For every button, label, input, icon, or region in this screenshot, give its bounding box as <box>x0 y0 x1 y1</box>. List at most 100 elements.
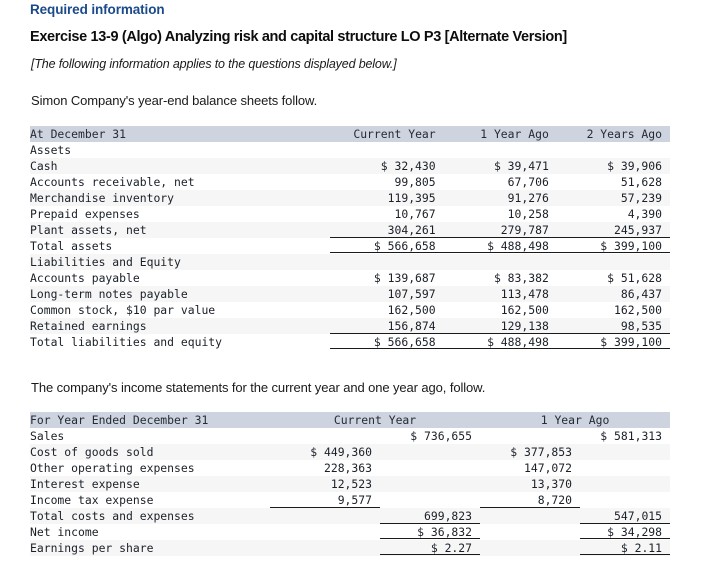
table-row: Sales $ 736,655 $ 581,313 <box>30 428 671 444</box>
cell-current-year: 107,597 <box>387 287 436 301</box>
row-label: Long-term notes payable <box>30 287 188 301</box>
cell-1-year-ago-detail <box>480 428 580 444</box>
balance-sheet-table: At December 31 Current Year 1 Year Ago 2… <box>30 126 671 350</box>
cell-1-year-ago: 162,500 <box>500 303 549 317</box>
column-header-period: At December 31 <box>30 127 127 141</box>
total-row: Earnings per share $ 2.27 $ 2.11 <box>30 540 671 556</box>
table-row: Cost of goods sold $ 449,360 $ 377,853 <box>30 444 671 460</box>
page-title: Exercise 13-9 (Algo) Analyzing risk and … <box>30 29 567 45</box>
row-label-total-liabilities-equity: Total liabilities and equity <box>30 335 223 349</box>
column-header-1-year-ago: 1 Year Ago <box>480 127 549 141</box>
column-header-period: For Year Ended December 31 <box>30 413 209 427</box>
section-heading-assets: Assets <box>30 143 72 157</box>
row-label: Income tax expense <box>30 493 154 507</box>
cell-current-year: 156,874 <box>330 318 444 334</box>
row-label: Merchandise inventory <box>30 191 175 205</box>
table-row: Accounts payable $ 139,687 $ 83,382 $ 51… <box>30 270 670 286</box>
exercise-page: Required information Exercise 13-9 (Algo… <box>0 0 701 581</box>
cell-1-year-ago-total <box>580 476 670 492</box>
cell-1-year-ago-detail: $ 377,853 <box>510 445 573 459</box>
cell-1-year-ago-detail: 8,720 <box>480 492 581 508</box>
section-heading-liabilities-equity: Liabilities and Equity <box>30 255 181 269</box>
cell-current-year-detail: 228,363 <box>323 461 372 475</box>
column-header-current-year: Current Year <box>353 127 436 141</box>
cell-1-year-ago: 91,276 <box>507 191 549 205</box>
cell-1-year-ago-total: 547,015 <box>580 508 671 524</box>
cell-2-years-ago: 245,937 <box>556 222 671 238</box>
row-label-earnings-per-share: Earnings per share <box>30 541 154 555</box>
table-row: Common stock, $10 par value 162,500 162,… <box>30 302 670 318</box>
cell-current-year-total <box>380 492 480 508</box>
cell-current-year-detail: 9,577 <box>270 492 380 508</box>
total-row: Total liabilities and equity $ 566,658 $… <box>30 334 671 350</box>
cell-current-year-detail: 12,523 <box>330 477 372 491</box>
table-header-row: At December 31 Current Year 1 Year Ago 2… <box>30 126 670 142</box>
column-header-1-year-ago: 1 Year Ago <box>540 413 610 427</box>
cell-1-year-ago: 67,706 <box>507 175 549 189</box>
cell-current-year: $ 139,687 <box>373 271 436 285</box>
cell-current-year-total: $ 36,832 <box>380 524 481 540</box>
cell-current-year-total: 699,823 <box>380 508 481 524</box>
total-row: Total assets $ 566,658 $ 488,498 $ 399,1… <box>30 238 671 254</box>
section-heading-row: Liabilities and Equity <box>30 254 670 270</box>
table-row: Accounts receivable, net 99,805 67,706 5… <box>30 174 670 190</box>
row-label: Cost of goods sold <box>30 445 154 459</box>
row-label: Cash <box>30 159 58 173</box>
cell-1-year-ago: $ 488,498 <box>443 238 557 254</box>
applies-to-questions-note: [The following information applies to th… <box>31 57 397 71</box>
table-row: Income tax expense 9,577 8,720 <box>30 492 671 508</box>
row-label-net-income: Net income <box>30 525 99 539</box>
cell-1-year-ago-total <box>580 444 670 460</box>
row-label: Interest expense <box>30 477 140 491</box>
cell-1-year-ago-total <box>580 460 670 476</box>
cell-2-years-ago: $ 51,628 <box>607 271 662 285</box>
cell-2-years-ago: $ 399,100 <box>556 334 671 350</box>
cell-2-years-ago: 4,390 <box>627 207 662 221</box>
row-label: Prepaid expenses <box>30 207 140 221</box>
cell-2-years-ago: 162,500 <box>613 303 662 317</box>
cell-current-year: 304,261 <box>330 222 444 238</box>
empty-cell <box>330 142 443 158</box>
table-row: Merchandise inventory 119,395 91,276 57,… <box>30 190 670 206</box>
cell-1-year-ago-detail <box>480 540 580 556</box>
cell-current-year-detail <box>270 428 380 444</box>
cell-current-year-total <box>380 476 480 492</box>
column-header-2-years-ago: 2 Years Ago <box>586 127 662 141</box>
cell-1-year-ago: $ 488,498 <box>443 334 557 350</box>
cell-2-years-ago: 57,239 <box>620 191 662 205</box>
cell-1-year-ago-detail <box>480 524 580 540</box>
table-row: Retained earnings 156,874 129,138 98,535 <box>30 318 671 334</box>
cell-1-year-ago-total <box>580 492 670 508</box>
total-row: Net income $ 36,832 $ 34,298 <box>30 524 671 540</box>
cell-2-years-ago: 51,628 <box>620 175 662 189</box>
cell-current-year-detail <box>270 524 380 540</box>
cell-1-year-ago: $ 83,382 <box>493 271 549 285</box>
cell-current-year: $ 32,430 <box>380 159 436 173</box>
cell-current-year-detail <box>270 508 380 524</box>
cell-1-year-ago: 129,138 <box>443 318 557 334</box>
cell-2-years-ago: 86,437 <box>620 287 662 301</box>
column-header-current-year: Current Year <box>333 413 417 427</box>
cell-current-year-total: $ 736,655 <box>410 429 473 443</box>
cell-1-year-ago-detail: 147,072 <box>524 461 573 475</box>
row-label: Accounts receivable, net <box>30 175 195 189</box>
cell-1-year-ago: 279,787 <box>443 222 557 238</box>
section-heading-row: Assets <box>30 142 670 158</box>
balance-sheet-intro-text: Simon Company's year-end balance sheets … <box>31 93 318 108</box>
income-statement-intro-text: The company's income statements for the … <box>31 380 486 395</box>
cell-current-year: $ 566,658 <box>330 238 444 254</box>
row-label: Sales <box>30 429 65 443</box>
cell-2-years-ago: $ 39,906 <box>607 159 662 173</box>
empty-cell <box>444 254 557 270</box>
cell-1-year-ago: 113,478 <box>500 287 549 301</box>
table-row: Interest expense 12,523 13,370 <box>30 476 671 492</box>
cell-current-year: 119,395 <box>387 191 436 205</box>
empty-cell <box>557 142 670 158</box>
cell-current-year-detail <box>270 540 380 556</box>
cell-1-year-ago-detail: 13,370 <box>530 477 573 491</box>
row-label: Total costs and expenses <box>30 509 195 523</box>
cell-1-year-ago: $ 39,471 <box>493 159 549 173</box>
table-row: Other operating expenses 228,363 147,072 <box>30 460 671 476</box>
cell-2-years-ago: $ 399,100 <box>556 238 671 254</box>
row-label: Accounts payable <box>30 271 140 285</box>
